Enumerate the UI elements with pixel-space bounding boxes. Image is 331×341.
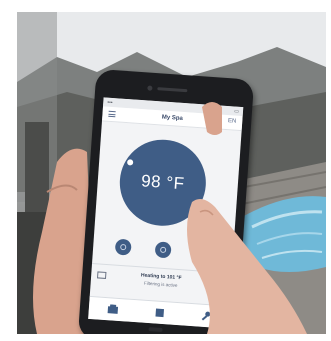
dial-knob[interactable] [126, 159, 134, 166]
photo-background: ••• ▭ My Spa EN 98 °F Heating to 101 °F … [17, 12, 326, 334]
carrier-signal: ••• [107, 99, 113, 106]
jets-button[interactable] [114, 238, 132, 256]
light-icon [159, 246, 167, 254]
settings-icon [155, 308, 165, 318]
home-indicator [148, 327, 163, 333]
app-screen: ••• ▭ My Spa EN 98 °F Heating to 101 °F … [88, 97, 244, 329]
tab-tools[interactable] [200, 311, 211, 322]
tab-home[interactable] [107, 304, 120, 315]
tab-settings[interactable] [154, 307, 165, 318]
temperature-readout: 98 °F [140, 171, 186, 194]
home-icon [107, 304, 119, 314]
smartphone: ••• ▭ My Spa EN 98 °F Heating to 101 °F … [77, 68, 255, 334]
wrench-icon [201, 311, 211, 321]
blower-button[interactable] [194, 244, 212, 262]
thermostat-area: 98 °F [94, 121, 241, 242]
battery-icon: ▭ [234, 108, 240, 115]
language-indicator[interactable]: EN [228, 118, 237, 125]
status-tag-icon [96, 271, 107, 279]
blower-icon [199, 249, 207, 256]
temperature-dial[interactable]: 98 °F [116, 136, 209, 229]
front-camera [147, 85, 153, 91]
light-button[interactable] [154, 241, 172, 259]
speaker-grille [157, 87, 188, 93]
menu-icon[interactable] [108, 110, 116, 119]
jets-icon [120, 243, 127, 251]
app-title: My Spa [161, 114, 184, 122]
